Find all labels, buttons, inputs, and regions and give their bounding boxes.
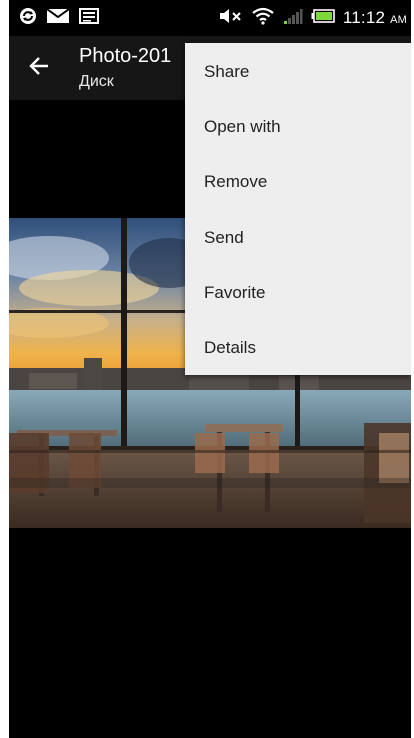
menu-item-open-with[interactable]: Open with [185, 99, 411, 154]
mail-icon [46, 7, 70, 29]
image-icon [79, 7, 99, 29]
menu-item-details[interactable]: Details [185, 320, 411, 375]
menu-item-share[interactable]: Share [185, 44, 411, 99]
status-right-icons: 11:12 AM [219, 7, 407, 30]
menu-item-send[interactable]: Send [185, 210, 411, 265]
battery-icon [311, 8, 335, 28]
screen: 11:12 AM Photo-201 Диск Share Open with … [9, 0, 411, 738]
menu-item-remove[interactable]: Remove [185, 154, 411, 209]
overflow-menu: Share Open with Remove Send Favorite Det… [185, 43, 411, 375]
back-button[interactable] [23, 52, 55, 84]
status-time: 11:12 AM [342, 8, 407, 27]
arrow-left-icon [28, 55, 50, 82]
mute-icon [219, 7, 243, 30]
page-subtitle: Диск [79, 73, 114, 90]
status-bar: 11:12 AM [9, 0, 411, 36]
wifi-icon [251, 7, 275, 30]
signal-icon [283, 7, 303, 30]
status-left-icons [19, 7, 99, 30]
sync-icon [19, 7, 37, 30]
page-title: Photo-201 [79, 45, 172, 67]
menu-item-favorite[interactable]: Favorite [185, 265, 411, 320]
